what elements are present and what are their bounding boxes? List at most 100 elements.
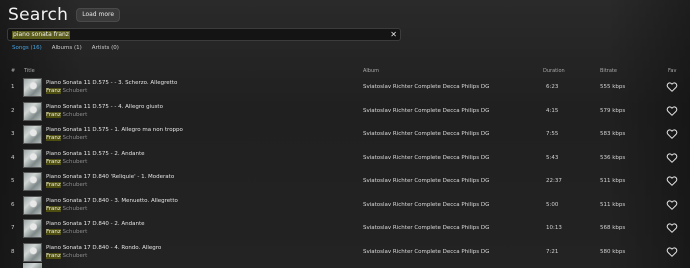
track-number: 8 [11,248,15,255]
artist-rest: Schubert [60,182,88,188]
artist-highlight: Franz [46,205,61,212]
track-album[interactable]: Sviatoslav Richter Complete Decca Philip… [363,108,489,115]
heart-outline-icon[interactable] [666,82,678,92]
artist-rest: Schubert [60,111,88,118]
track-bitrate: 555 kbps [600,84,626,90]
track-artist[interactable]: Franz Schubert [46,252,88,260]
track-title[interactable]: Piano Sonata 11 D.575 - 2. Andante [46,151,145,158]
column-header-duration[interactable]: Duration [543,66,565,76]
track-bitrate: 580 kbps [600,248,626,255]
heart-outline-icon[interactable] [666,153,678,163]
column-header-num: # [11,68,16,74]
album-art-thumbnail [23,101,42,121]
track-artist[interactable]: Franz Schubert [46,135,87,142]
table-row[interactable]: 6 Piano Sonata 17 D.840 - 3. Menuetto. A… [0,194,690,218]
track-title[interactable]: Piano Sonata 17 D.840 'Reliquie' - 1. Mo… [46,174,174,181]
heart-outline-icon[interactable] [666,200,678,210]
album-art-thumbnail [23,172,42,191]
track-duration: 7:55 [546,131,559,137]
track-number: 3 [11,131,15,137]
track-artist[interactable]: Franz Schubert [46,182,87,189]
track-bitrate: 583 kbps [600,131,626,137]
artist-highlight: Franz [46,229,61,235]
track-title[interactable]: Piano Sonata 11 D.575 - - 3. Scherzo. Al… [46,80,177,87]
heart-outline-icon[interactable] [666,106,678,116]
track-duration: 4:15 [546,107,559,114]
artist-highlight: Franz [46,88,61,94]
album-art-thumbnail [23,195,42,215]
track-artist[interactable]: Franz Schubert [46,205,88,213]
track-duration: 5:43 [546,154,559,161]
track-album[interactable]: Sviatoslav Richter Complete Decca Philip… [363,84,489,91]
track-title[interactable]: Piano Sonata 17 D.840 - 2. Andante [46,221,145,228]
track-duration: 22:37 [546,178,562,184]
album-art-thumbnail [23,125,42,144]
album-art-thumbnail [23,148,42,168]
album-art-thumbnail [23,242,42,262]
load-more-button[interactable]: Load more [76,8,121,22]
table-header: # Title Album Duration Bitrate Fav [0,66,690,76]
track-album[interactable]: Sviatoslav Richter Complete Decca Philip… [363,155,489,162]
track-artist[interactable]: Franz Schubert [46,111,88,119]
track-bitrate: 536 kbps [600,154,626,161]
track-album[interactable]: Sviatoslav Richter Complete Decca Philip… [363,178,489,185]
artist-rest: Schubert [60,205,88,212]
column-header-album[interactable]: Album [363,66,379,76]
table-row[interactable]: 8 Piano Sonata 17 D.840 - 4. Rondo. Alle… [0,241,690,265]
track-duration: 6:23 [546,84,559,90]
track-bitrate: 579 kbps [600,107,626,114]
track-artist[interactable]: Franz Schubert [46,88,87,95]
artist-rest: Schubert [60,229,88,235]
track-title[interactable]: Piano Sonata 17 D.840 - 4. Rondo. Allegr… [46,245,161,252]
track-album[interactable]: Sviatoslav Richter Complete Decca Philip… [363,249,489,256]
track-album[interactable]: Sviatoslav Richter Complete Decca Philip… [363,202,489,209]
column-header-bitrate[interactable]: Bitrate [600,66,617,76]
artist-rest: Schubert [60,135,88,141]
search-query-text: piano sonata franz [12,31,70,39]
close-icon[interactable]: ✕ [390,30,397,40]
table-row[interactable]: 2 Piano Sonata 11 D.575 - - 4. Allegro g… [0,100,690,124]
track-artist[interactable]: Franz Schubert [46,158,87,166]
column-header-fav: Fav [668,68,677,74]
track-title[interactable]: Piano Sonata 11 D.575 - 1. Allegro ma no… [46,127,183,134]
album-art-thumbnail [23,263,42,268]
tab-songs[interactable]: Songs (16) [12,45,42,52]
album-art-thumbnail [23,78,42,97]
track-title[interactable]: Piano Sonata 17 D.840 - 3. Menuetto. All… [46,198,178,205]
track-artist[interactable]: Franz Schubert [46,229,87,236]
track-duration: 5:00 [546,201,559,208]
column-header-title[interactable]: Title [24,66,35,76]
songs-table: # Title Album Duration Bitrate Fav 1 Pia… [0,66,690,264]
table-row[interactable]: 7 Piano Sonata 17 D.840 - 2. Andante Fra… [0,217,690,241]
track-album[interactable]: Sviatoslav Richter Complete Decca Philip… [363,131,489,138]
tab-albums[interactable]: Albums (1) [52,45,82,52]
track-bitrate: 511 kbps [600,201,626,208]
track-album[interactable]: Sviatoslav Richter Complete Decca Philip… [363,225,489,232]
heart-outline-icon[interactable] [666,176,678,186]
track-number: 6 [11,201,15,208]
heart-outline-icon[interactable] [666,247,678,257]
table-row[interactable]: 3 Piano Sonata 11 D.575 - 1. Allegro ma … [0,123,690,147]
track-number: 4 [11,154,15,161]
track-title[interactable]: Piano Sonata 11 D.575 - - 4. Allegro giu… [46,104,163,111]
table-row[interactable]: 4 Piano Sonata 11 D.575 - 2. Andante Fra… [0,147,690,171]
heart-outline-icon[interactable] [666,129,678,139]
tab-artists[interactable]: Artists (0) [92,45,119,52]
track-number: 7 [11,225,15,231]
search-input[interactable]: piano sonata franz ✕ [7,28,401,41]
track-number: 5 [11,178,15,184]
heart-outline-icon[interactable] [666,223,678,233]
artist-highlight: Franz [46,252,61,259]
result-tabs: Songs (16) Albums (1) Artists (0) [12,45,119,52]
artist-rest: Schubert [60,252,88,259]
artist-highlight: Franz [46,111,61,118]
artist-highlight: Franz [46,182,61,188]
track-number: 2 [11,107,15,114]
table-row[interactable]: 1 Piano Sonata 11 D.575 - - 3. Scherzo. … [0,76,690,100]
artist-highlight: Franz [46,135,61,141]
album-art-thumbnail [23,219,42,238]
page-title: Search [8,5,69,25]
table-row[interactable]: 5 Piano Sonata 17 D.840 'Reliquie' - 1. … [0,170,690,194]
track-bitrate: 511 kbps [600,178,626,184]
track-bitrate: 568 kbps [600,225,626,231]
